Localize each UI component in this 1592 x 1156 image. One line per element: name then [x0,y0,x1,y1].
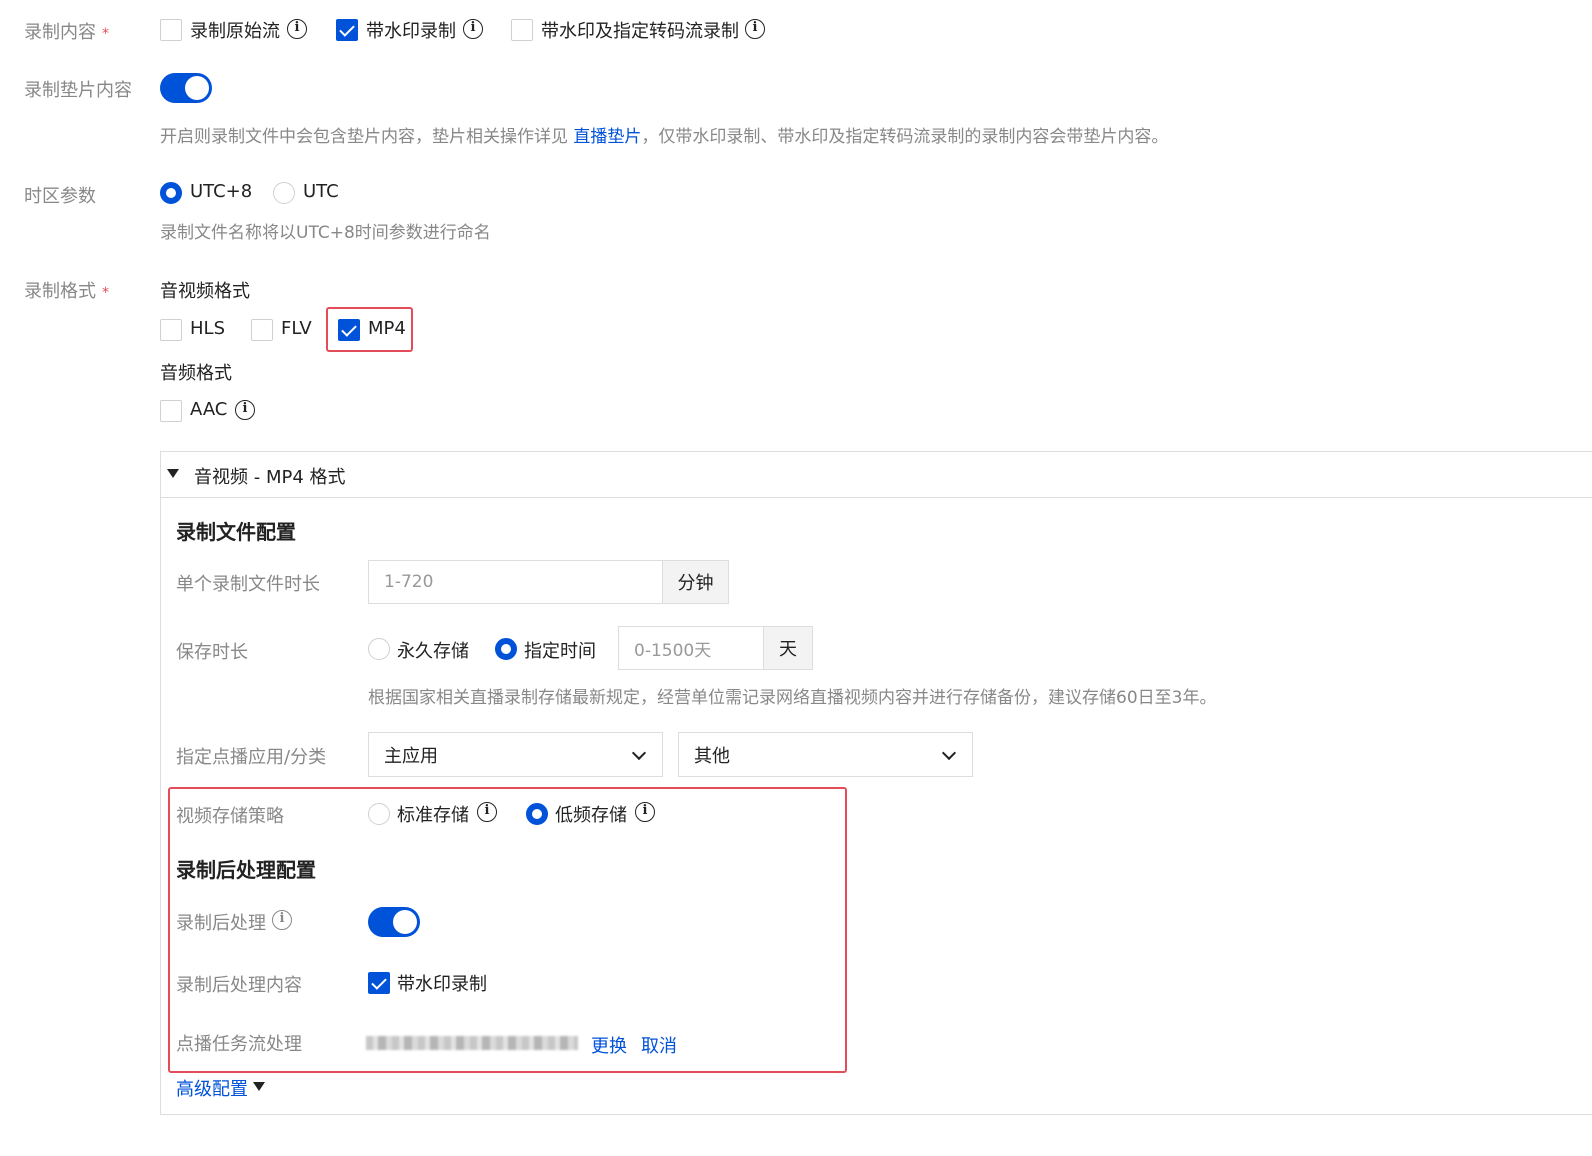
radio-specified-time-label: 指定时间 [524,641,596,662]
checkbox-raw-stream[interactable] [160,19,182,41]
slate-doc-link[interactable]: 直播垫片 [573,127,641,147]
checkbox-aac-label: AAC [190,399,228,420]
file-config-title: 录制文件配置 [176,520,296,544]
slate-hint: 开启则录制文件中会包含垫片内容，垫片相关操作详见 直播垫片，仅带水印录制、带水印… [160,122,1168,147]
info-icon[interactable]: i [287,19,307,39]
radio-utc8-label: UTC+8 [190,181,253,202]
vod-app-label: 指定点播应用/分类 [176,747,327,768]
radio-permanent-label: 永久存储 [397,641,469,662]
retention-days-input[interactable]: 0-1500天 [618,626,765,670]
radio-permanent[interactable] [368,638,390,660]
timezone-label: 时区参数 [24,186,96,207]
format-label: 录制格式 * [24,277,109,303]
checkbox-post-watermark[interactable] [368,972,390,994]
retention-hint: 根据国家相关直播录制存储最新规定，经营单位需记录网络直播视频内容并进行存储备份，… [368,688,1217,708]
record-content-label-text: 录制内容 [24,22,96,43]
slate-switch[interactable] [160,73,212,103]
info-icon[interactable]: i [635,802,655,822]
advanced-config-label: 高级配置 [176,1079,248,1100]
checkbox-mp4[interactable] [338,319,360,341]
checkbox-flv-label: FLV [281,318,312,339]
info-icon[interactable]: i [745,19,765,39]
retention-label: 保存时长 [176,642,248,663]
duration-unit: 分钟 [662,560,729,604]
audio-format-title: 音频格式 [160,363,232,384]
checkbox-hls-label: HLS [190,318,225,339]
collapse-caret-icon[interactable] [167,469,179,478]
post-process-switch[interactable] [368,907,420,937]
duration-input[interactable]: 1-720 [368,560,664,604]
vod-app-value: 主应用 [384,745,438,767]
info-icon[interactable]: i [463,19,483,39]
record-content-label: 录制内容 * [24,18,109,44]
av-format-title: 音视频格式 [160,281,250,302]
format-label-text: 录制格式 [24,281,96,302]
checkbox-mp4-label: MP4 [368,318,406,339]
radio-utc-label: UTC [303,181,339,202]
info-icon[interactable]: i [235,400,255,420]
vod-task-label: 点播任务流处理 [176,1034,302,1055]
radio-specified-time[interactable] [495,638,517,660]
slate-label: 录制垫片内容 [24,80,132,101]
checkbox-watermark-transcode[interactable] [511,19,533,41]
checkbox-watermark-transcode-label: 带水印及指定转码流录制 [541,21,739,42]
storage-policy-label: 视频存储策略 [176,806,284,827]
checkbox-watermark[interactable] [336,19,358,41]
vod-category-value: 其他 [694,745,730,767]
checkbox-aac[interactable] [160,400,182,422]
vod-app-select[interactable]: 主应用 [368,732,663,777]
info-icon[interactable]: i [272,910,292,930]
required-mark: * [102,26,109,42]
checkbox-flv[interactable] [251,319,273,341]
checkbox-raw-stream-label: 录制原始流 [190,21,280,42]
checkbox-watermark-label: 带水印录制 [366,21,456,42]
radio-standard-storage[interactable] [368,803,390,825]
chevron-down-icon [941,745,957,761]
vod-category-select[interactable]: 其他 [678,732,973,777]
redacted-task-name [366,1036,578,1050]
checkbox-post-watermark-label: 带水印录制 [397,974,487,995]
info-icon[interactable]: i [477,802,497,822]
radio-infrequent-storage-label: 低频存储 [555,805,627,826]
post-content-label: 录制后处理内容 [176,975,302,996]
required-mark: * [102,285,109,301]
slate-hint-suffix: ，仅带水印录制、带水印及指定转码流录制的录制内容会带垫片内容。 [641,127,1169,147]
retention-unit: 天 [763,626,813,670]
radio-standard-storage-label: 标准存储 [397,805,469,826]
advanced-config-link[interactable]: 高级配置 [176,1075,248,1101]
panel-divider [160,497,1592,498]
cancel-task-link[interactable]: 取消 [641,1032,677,1058]
post-config-title: 录制后处理配置 [176,858,316,882]
change-task-link[interactable]: 更换 [591,1032,627,1058]
panel-title[interactable]: 音视频 - MP4 格式 [194,463,346,489]
post-process-label: 录制后处理 [176,913,266,934]
slate-hint-text: 开启则录制文件中会包含垫片内容，垫片相关操作详见 [160,127,568,147]
timezone-hint: 录制文件名称将以UTC+8时间参数进行命名 [160,223,491,243]
checkbox-hls[interactable] [160,319,182,341]
radio-utc[interactable] [273,182,295,204]
duration-label: 单个录制文件时长 [176,574,320,595]
radio-infrequent-storage[interactable] [526,803,548,825]
advanced-caret-icon[interactable] [253,1082,265,1091]
radio-utc8[interactable] [160,182,182,204]
chevron-down-icon [631,745,647,761]
